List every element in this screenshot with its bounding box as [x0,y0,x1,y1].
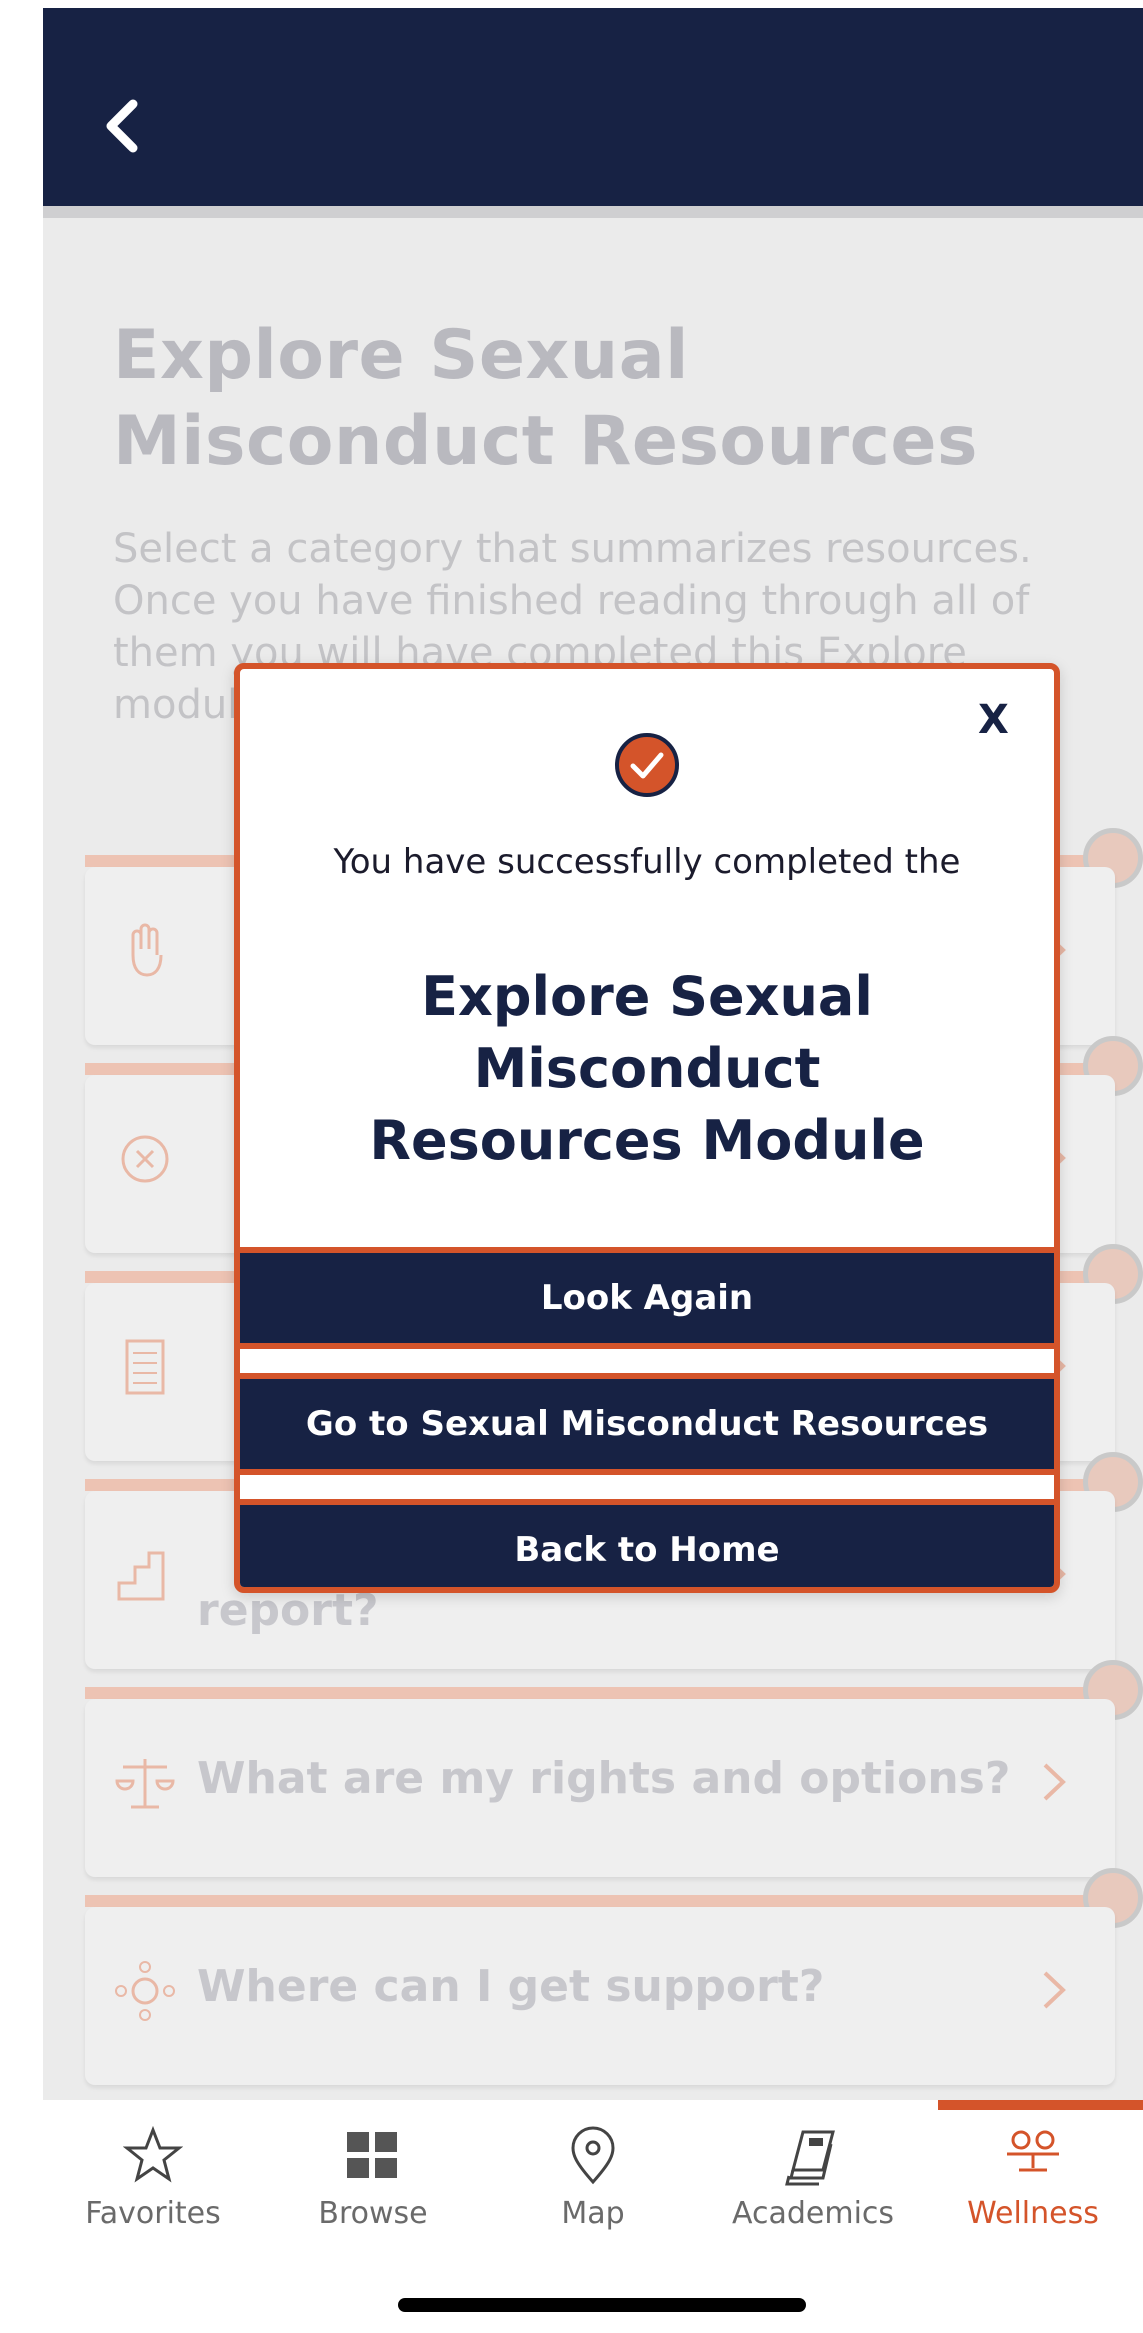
go-to-resources-button[interactable]: Go to Sexual Misconduct Resources [240,1373,1054,1475]
scales-icon [115,1759,175,1809]
tab-label: Browse [318,2196,428,2231]
close-button[interactable]: X [978,697,1009,743]
back-to-home-button[interactable]: Back to Home [240,1499,1054,1587]
module-title: Explore Sexual Misconduct Resources Modu… [369,965,925,1172]
prohibited-icon [121,1135,169,1183]
grid-icon [347,2132,397,2178]
completion-dialog: X You have successfully completed the Ex… [234,663,1060,1593]
card-progress-bar [85,1687,1115,1699]
home-indicator [398,2298,806,2312]
header-shadow [43,206,1143,218]
tab-label: Academics [731,2196,895,2231]
tab-label: Favorites [85,2196,221,2231]
tab-wellness[interactable]: Wellness [923,2100,1143,2250]
books-icon [785,2130,835,2186]
tab-academics[interactable]: Academics [703,2100,923,2250]
chevron-right-icon [1043,1971,1066,2009]
wellness-people-icon [1007,2130,1059,2172]
category-card[interactable]: Where can I get support? [85,1907,1115,2085]
tab-browse[interactable]: Browse [263,2100,483,2250]
tab-map[interactable]: Map [483,2100,703,2250]
steps-icon [117,1551,165,1601]
checklist-icon [125,1339,165,1395]
support-network-icon [115,1961,175,2021]
look-again-button[interactable]: Look Again [240,1247,1054,1349]
chevron-left-icon [106,99,138,153]
tab-favorites[interactable]: Favorites [43,2100,263,2250]
check-circle-icon [615,733,679,797]
category-label: Where can I get support? [197,1961,825,2012]
tab-label: Map [561,2196,625,2231]
category-card[interactable]: What are my rights and options? [85,1699,1115,1877]
success-message: You have successfully completed the [333,842,961,882]
card-progress-bar [85,1895,1115,1907]
raised-hand-icon [131,923,163,977]
category-label: What are my rights and options? [197,1753,1011,1804]
back-button[interactable] [93,96,153,156]
app-screen: Explore Sexual Misconduct Resources Sele… [43,8,1143,2333]
chevron-right-icon [1043,1763,1066,1801]
header-bar [43,8,1143,206]
map-pin-icon [571,2126,615,2185]
star-icon [123,2126,183,2183]
tab-label: Wellness [967,2196,1099,2231]
page-title: Explore Sexual Misconduct Resources [113,316,978,481]
